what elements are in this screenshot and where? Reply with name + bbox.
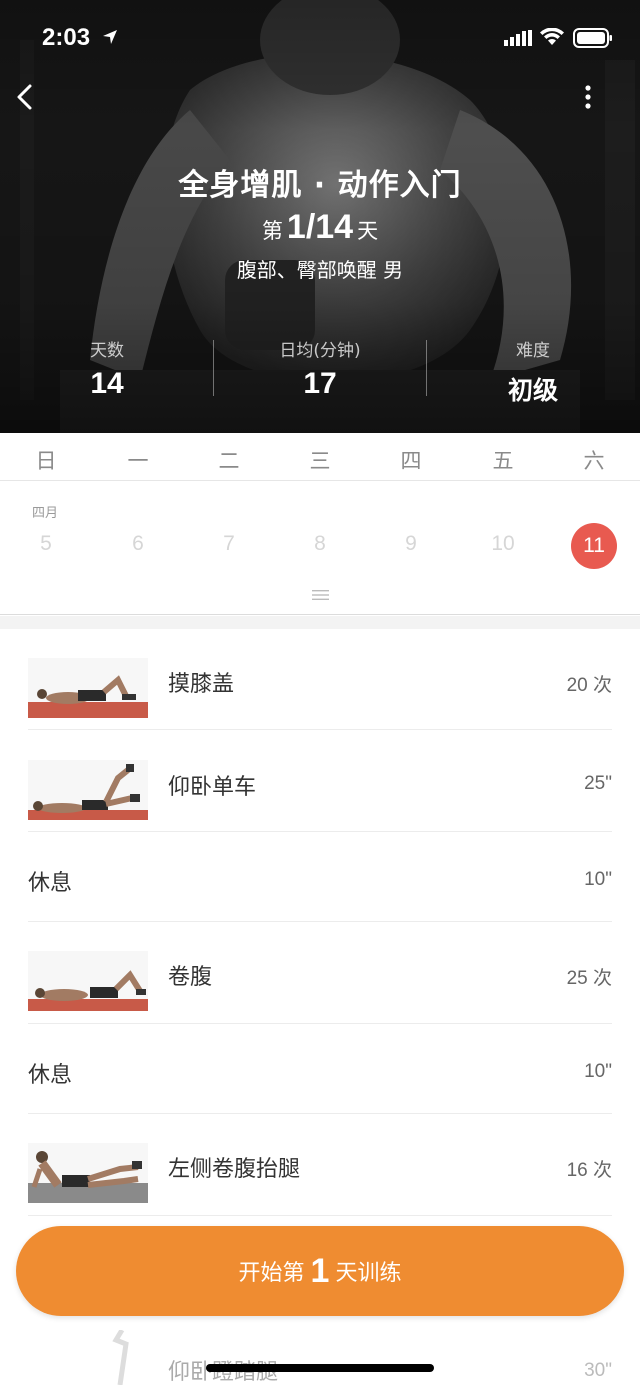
weekday-header: 日 一 二 三 四 五 六 bbox=[0, 433, 640, 481]
exercise-name: 仰卧单车 bbox=[168, 775, 257, 800]
calendar-day[interactable]: 6 bbox=[113, 532, 163, 556]
stat-value: 14 bbox=[90, 367, 124, 400]
rest-label: 休息 bbox=[28, 1063, 73, 1088]
day-suffix: 天 bbox=[357, 219, 379, 243]
wifi-icon bbox=[540, 28, 564, 45]
start-button-prefix: 开始第 bbox=[238, 1261, 305, 1286]
day-progress: 第 1/14 天 bbox=[0, 208, 640, 247]
hero-banner: 2:03 全身增肌 · 动作入门 第 1/14 天 腹部、臀部唤醒 男 天数 14 bbox=[0, 0, 640, 433]
weekday-label: 一 bbox=[127, 449, 149, 473]
rest-label: 休息 bbox=[28, 871, 73, 896]
stat-value: 17 bbox=[303, 367, 337, 400]
weekday-label: 五 bbox=[492, 449, 514, 473]
calendar-day[interactable]: 7 bbox=[204, 532, 254, 556]
start-button-day: 1 bbox=[310, 1252, 330, 1290]
calendar-day[interactable]: 10 bbox=[478, 532, 528, 556]
exercise-row[interactable]: 卷腹 25 次 bbox=[28, 923, 612, 1024]
weekday-label: 二 bbox=[218, 449, 240, 473]
rest-row[interactable]: 休息 10" bbox=[28, 1025, 612, 1114]
exercise-amount: 30" bbox=[584, 1360, 612, 1381]
rest-row[interactable]: 休息 10" bbox=[28, 833, 612, 922]
stat-label: 难度 bbox=[516, 341, 550, 361]
day-prefix: 第 bbox=[261, 219, 283, 243]
exercise-amount: 25" bbox=[584, 773, 612, 794]
exercise-thumbnail bbox=[28, 658, 148, 718]
calendar-day[interactable]: 8 bbox=[295, 532, 345, 556]
exercise-thumbnail bbox=[112, 1330, 129, 1385]
stat-difficulty: 难度 初级 bbox=[486, 336, 580, 407]
month-label: 四月 bbox=[32, 506, 59, 521]
stat-divider bbox=[426, 340, 427, 396]
plan-title: 全身增肌 · 动作入门 bbox=[178, 168, 462, 203]
exercise-name: 卷腹 bbox=[168, 965, 213, 990]
exercise-row[interactable]: 仰卧单车 25" bbox=[28, 731, 612, 832]
start-button-suffix: 天训练 bbox=[335, 1261, 402, 1286]
exercise-row[interactable]: 摸膝盖 20 次 bbox=[28, 630, 612, 730]
plan-stats: 天数 14 日均(分钟) 17 难度 初级 bbox=[0, 336, 640, 406]
exercise-amount: 25 次 bbox=[566, 968, 612, 989]
exercise-row[interactable]: 左侧卷腹抬腿 16 次 bbox=[28, 1115, 612, 1216]
status-bar: 2:03 bbox=[0, 22, 640, 56]
exercise-name: 摸膝盖 bbox=[168, 672, 235, 697]
exercise-row[interactable]: 仰卧蹬踏腿 30" bbox=[28, 1330, 612, 1385]
week-calendar: 四月 5 6 7 8 9 10 11 bbox=[0, 482, 640, 615]
stat-divider bbox=[213, 340, 214, 396]
status-time: 2:03 bbox=[42, 24, 91, 51]
back-icon[interactable] bbox=[12, 82, 38, 112]
cellular-signal-icon bbox=[504, 30, 532, 46]
plan-subtitle: 腹部、臀部唤醒 男 bbox=[236, 258, 404, 282]
day-value: 1/14 bbox=[286, 208, 354, 246]
rest-duration: 10" bbox=[584, 1061, 612, 1082]
calendar-day[interactable]: 9 bbox=[386, 532, 436, 556]
rest-duration: 10" bbox=[584, 869, 612, 890]
exercise-amount: 16 次 bbox=[566, 1160, 612, 1181]
section-divider bbox=[0, 616, 640, 629]
stat-label: 天数 bbox=[90, 341, 124, 361]
calendar-day-selected[interactable]: 11 bbox=[571, 523, 617, 569]
home-indicator[interactable] bbox=[206, 1364, 434, 1372]
exercise-thumbnail bbox=[28, 760, 148, 820]
exercise-name: 左侧卷腹抬腿 bbox=[168, 1157, 301, 1182]
exercise-thumbnail bbox=[28, 951, 148, 1011]
stat-label: 日均(分钟) bbox=[279, 341, 361, 361]
battery-icon bbox=[573, 28, 612, 48]
calendar-day[interactable]: 5 bbox=[21, 532, 71, 556]
stat-days: 天数 14 bbox=[60, 336, 154, 401]
weekday-label: 三 bbox=[309, 449, 331, 473]
more-options-icon[interactable] bbox=[578, 82, 598, 112]
drag-handle-icon[interactable] bbox=[312, 589, 329, 601]
start-training-button[interactable]: 开始第 1 天训练 bbox=[16, 1226, 624, 1316]
location-arrow-icon bbox=[103, 30, 117, 44]
exercise-amount: 20 次 bbox=[566, 675, 612, 696]
weekday-label: 六 bbox=[583, 449, 605, 473]
weekday-label: 日 bbox=[35, 449, 57, 473]
stat-daily-minutes: 日均(分钟) 17 bbox=[250, 336, 390, 401]
exercise-thumbnail bbox=[28, 1143, 148, 1203]
stat-value: 初级 bbox=[507, 376, 558, 405]
weekday-label: 四 bbox=[400, 449, 422, 473]
